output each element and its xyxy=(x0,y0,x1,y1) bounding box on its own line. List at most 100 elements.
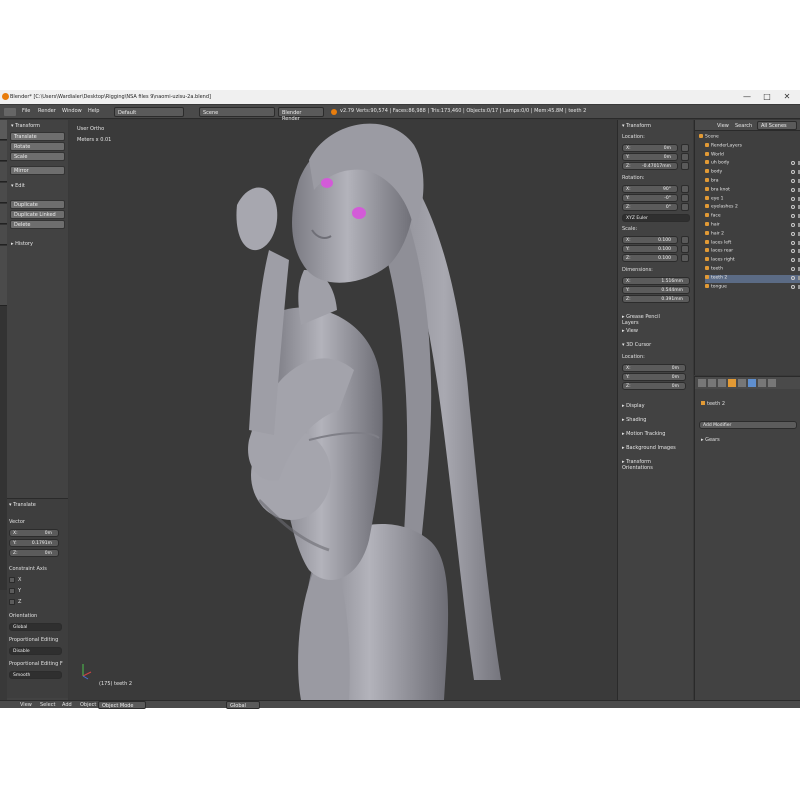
rotation-y-field[interactable]: Y: -0° xyxy=(622,194,678,202)
object-tab-icon[interactable] xyxy=(728,379,736,387)
tab-create[interactable] xyxy=(0,141,7,161)
modifiers-tab-icon[interactable] xyxy=(748,379,756,387)
constraint-z-checkbox[interactable] xyxy=(9,599,15,605)
scene-tab-icon[interactable] xyxy=(708,379,716,387)
minimize-button[interactable]: — xyxy=(740,92,754,102)
lock-icon[interactable] xyxy=(681,203,689,211)
outliner-display-dropdown[interactable]: All Scenes xyxy=(757,121,797,130)
operator-header[interactable]: ▾ Translate xyxy=(7,501,65,510)
visibility-eye-icon[interactable] xyxy=(791,258,795,263)
mirror-button[interactable]: Mirror xyxy=(10,166,65,175)
material-tab-icon[interactable] xyxy=(768,379,776,387)
render-tab-icon[interactable] xyxy=(698,379,706,387)
outliner-item[interactable]: eyelashes 2 xyxy=(705,204,800,212)
scale-button[interactable]: Scale xyxy=(10,152,65,161)
transform-orientations-header[interactable]: ▸ Transform Orientations xyxy=(620,458,678,471)
menu-window[interactable]: Window xyxy=(62,108,82,114)
menu-view[interactable]: View xyxy=(20,702,32,708)
visibility-eye-icon[interactable] xyxy=(791,179,795,183)
visibility-eye-icon[interactable] xyxy=(791,187,795,192)
menu-object[interactable]: Object xyxy=(80,702,96,708)
history-panel-header[interactable]: ▸ History xyxy=(9,240,67,249)
outliner-item[interactable]: RenderLayers xyxy=(705,142,800,151)
rotation-z-field[interactable]: Z: 0° xyxy=(622,203,678,211)
tab-grease-pencil[interactable] xyxy=(0,225,7,245)
delete-button[interactable]: Delete xyxy=(10,220,65,229)
render-engine-selector[interactable]: Blender Render xyxy=(278,107,324,122)
scale-x-field[interactable]: X: 0.100 xyxy=(622,236,678,244)
outliner-item[interactable]: tongue xyxy=(705,283,800,292)
transform-orientation-selector[interactable]: Global xyxy=(226,701,260,709)
layout-selector[interactable]: Default xyxy=(114,107,184,117)
constraint-y-checkbox[interactable] xyxy=(9,588,15,594)
world-tab-icon[interactable] xyxy=(718,379,726,387)
dimension-x-field[interactable]: X: 1.516mm xyxy=(622,277,690,285)
dimension-z-field[interactable]: Z: 0.391mm xyxy=(622,295,690,303)
data-tab-icon[interactable] xyxy=(758,379,766,387)
location-z-field[interactable]: Z: -0.47017mm xyxy=(622,162,678,170)
scale-y-field[interactable]: Y: 0.100 xyxy=(622,245,678,253)
outliner-item[interactable]: teeth xyxy=(705,266,800,274)
tab-mesh-align-plus[interactable] xyxy=(0,246,7,306)
lock-icon[interactable] xyxy=(681,153,689,161)
cursor-x-field[interactable]: X: 0m xyxy=(622,364,686,372)
outliner-item[interactable]: face xyxy=(705,213,800,221)
proportional-editing-dropdown[interactable]: Disable xyxy=(9,647,62,655)
3d-cursor-header[interactable]: ▾ 3D Cursor xyxy=(620,341,678,350)
orientation-dropdown[interactable]: Global xyxy=(9,623,62,631)
vector-y-field[interactable]: Y: 0.1791m xyxy=(9,539,59,547)
scale-z-field[interactable]: Z: 0.100 xyxy=(622,254,678,262)
dimension-y-field[interactable]: Y: 0.544mm xyxy=(622,286,690,294)
menu-help[interactable]: Help xyxy=(88,108,99,114)
visibility-eye-icon[interactable] xyxy=(791,223,795,227)
outliner-item[interactable]: hair xyxy=(705,222,800,230)
visibility-eye-icon[interactable] xyxy=(791,231,795,236)
outliner-item[interactable]: body xyxy=(705,169,800,177)
translate-button[interactable]: Translate xyxy=(10,132,65,141)
tab-animation[interactable] xyxy=(0,183,7,203)
outliner-item[interactable]: uh body xyxy=(705,160,800,168)
outliner-view-menu[interactable]: View xyxy=(717,123,729,129)
3d-viewport[interactable]: User Ortho Meters x 0.01 (175) teeth 2 xyxy=(69,120,617,700)
edit-panel-header[interactable]: ▾ Edit xyxy=(9,182,67,191)
visibility-eye-icon[interactable] xyxy=(791,249,795,254)
location-y-field[interactable]: Y: 0m xyxy=(622,153,678,161)
outliner-item[interactable]: teeth 2 xyxy=(705,274,800,283)
duplicate-button[interactable]: Duplicate xyxy=(10,200,65,209)
menu-file[interactable]: File xyxy=(22,108,30,114)
outliner-item[interactable]: laces rear xyxy=(705,248,800,256)
visibility-eye-icon[interactable] xyxy=(791,240,795,245)
visibility-eye-icon[interactable] xyxy=(791,284,795,289)
transform-panel-header[interactable]: ▾ Transform xyxy=(9,122,67,131)
outliner-search-menu[interactable]: Search xyxy=(735,123,752,129)
lock-icon[interactable] xyxy=(681,162,689,170)
character-model[interactable] xyxy=(69,120,617,700)
rotation-x-field[interactable]: X: 90° xyxy=(622,185,678,193)
visibility-eye-icon[interactable] xyxy=(791,196,795,201)
display-header[interactable]: ▸ Display xyxy=(620,402,678,411)
visibility-eye-icon[interactable] xyxy=(791,161,795,166)
close-button[interactable]: ✕ xyxy=(780,92,794,102)
rotation-mode-dropdown[interactable]: XYZ Euler xyxy=(622,214,690,222)
motion-tracking-header[interactable]: ▸ Motion Tracking xyxy=(620,430,678,439)
maximize-button[interactable]: □ xyxy=(760,92,774,102)
lock-icon[interactable] xyxy=(681,185,689,193)
tab-physics[interactable] xyxy=(0,204,7,224)
outliner-item[interactable]: eye 1 xyxy=(705,195,800,204)
rotate-button[interactable]: Rotate xyxy=(10,142,65,151)
cursor-y-field[interactable]: Y: 0m xyxy=(622,373,686,381)
cursor-z-field[interactable]: Z: 0m xyxy=(622,382,686,390)
mode-selector[interactable]: Object Mode xyxy=(98,701,146,709)
lock-icon[interactable] xyxy=(681,254,689,262)
menu-add[interactable]: Add xyxy=(62,702,72,708)
outliner-item[interactable]: Scene xyxy=(699,134,797,142)
visibility-eye-icon[interactable] xyxy=(791,275,795,280)
lock-icon[interactable] xyxy=(681,194,689,202)
background-images-header[interactable]: ▸ Background Images xyxy=(620,444,678,453)
outliner-item[interactable]: bra xyxy=(705,178,800,186)
lock-icon[interactable] xyxy=(681,144,689,152)
proportional-falloff-dropdown[interactable]: Smooth xyxy=(9,671,62,679)
outliner-item[interactable]: bra knot xyxy=(705,186,800,195)
menu-select[interactable]: Select xyxy=(40,702,55,708)
lock-icon[interactable] xyxy=(681,245,689,253)
